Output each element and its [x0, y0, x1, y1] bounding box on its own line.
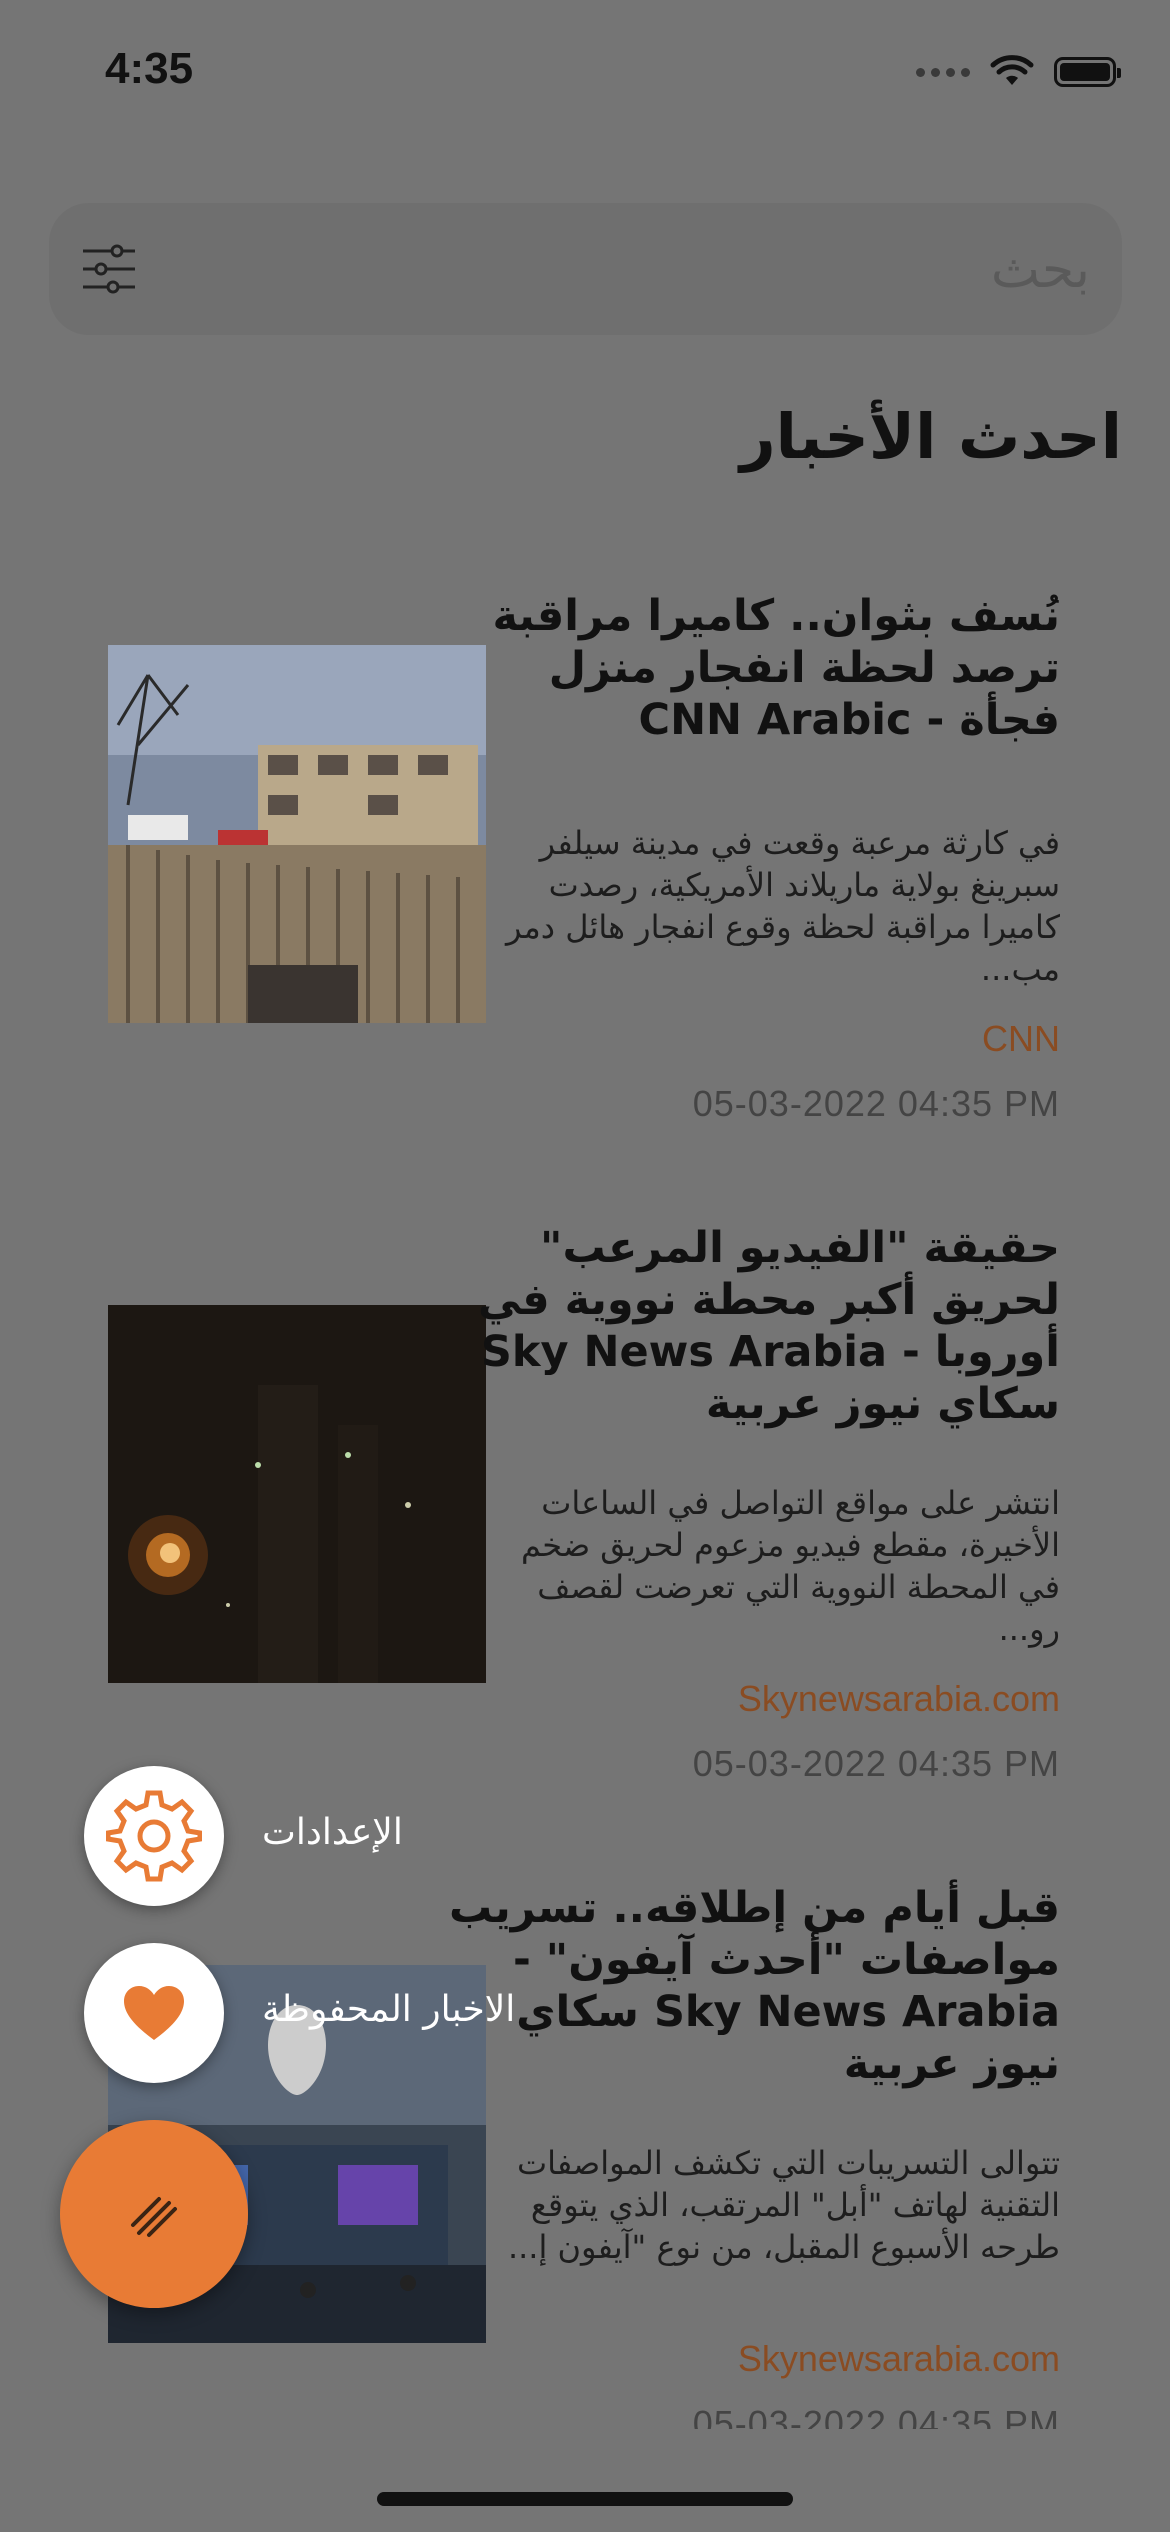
filter-icon[interactable]	[79, 239, 139, 299]
news-screen: 4:35 احدث الأخبار	[0, 0, 1170, 2532]
signal-icon	[916, 67, 970, 77]
wifi-icon	[990, 55, 1034, 85]
page-title: احدث الأخبار	[739, 400, 1122, 473]
gear-icon	[106, 1790, 202, 1882]
article-thumbnail[interactable]	[108, 1305, 486, 1683]
article-date: 05-03-2022 04:35 PM	[692, 1083, 1060, 1124]
article-description: تتوالى التسريبات التي تكشف المواصفات الت…	[507, 2144, 1060, 2266]
article-thumbnail[interactable]	[108, 645, 486, 1023]
saved-news-label[interactable]: الاخبار المحفوظة	[262, 1989, 515, 2030]
article-source: Skynewsarabia.com	[737, 1678, 1060, 1719]
article-description: انتشر على مواقع التواصل في الساعات الأخي…	[521, 1484, 1060, 1648]
search-bar	[49, 203, 1122, 335]
article-title[interactable]: قبل أيام من إطلاقه.. تسريب مواصفات "أحدث…	[440, 1882, 1060, 2090]
settings-fab[interactable]	[84, 1766, 224, 1906]
menu-fab[interactable]	[60, 2120, 248, 2308]
status-icons	[916, 52, 1121, 92]
article-title[interactable]: حقيقة "الفيديو المرعب" لحريق أكبر محطة ن…	[440, 1222, 1060, 1430]
heart-icon	[124, 1986, 184, 2040]
status-time: 4:35	[105, 44, 194, 93]
search-input[interactable]	[288, 233, 1092, 307]
article-title[interactable]: نُسف بثوان.. كاميرا مراقبة ترصد لحظة انف…	[440, 590, 1060, 746]
article-date: 05-03-2022 04:35 PM	[692, 1743, 1060, 1784]
article-description: في كارثة مرعبة وقعت في مدينة سيلفر سبرين…	[506, 824, 1060, 988]
battery-icon	[1054, 57, 1121, 87]
article-source: CNN	[982, 1018, 1060, 1059]
slashes-icon	[131, 2197, 177, 2237]
home-indicator	[377, 2492, 793, 2506]
article-date: 05-03-2022 04:35 PM	[692, 2403, 1060, 2429]
article-source: Skynewsarabia.com	[737, 2338, 1060, 2379]
settings-label[interactable]: الإعدادات	[262, 1812, 403, 1853]
saved-news-fab[interactable]	[84, 1943, 224, 2083]
